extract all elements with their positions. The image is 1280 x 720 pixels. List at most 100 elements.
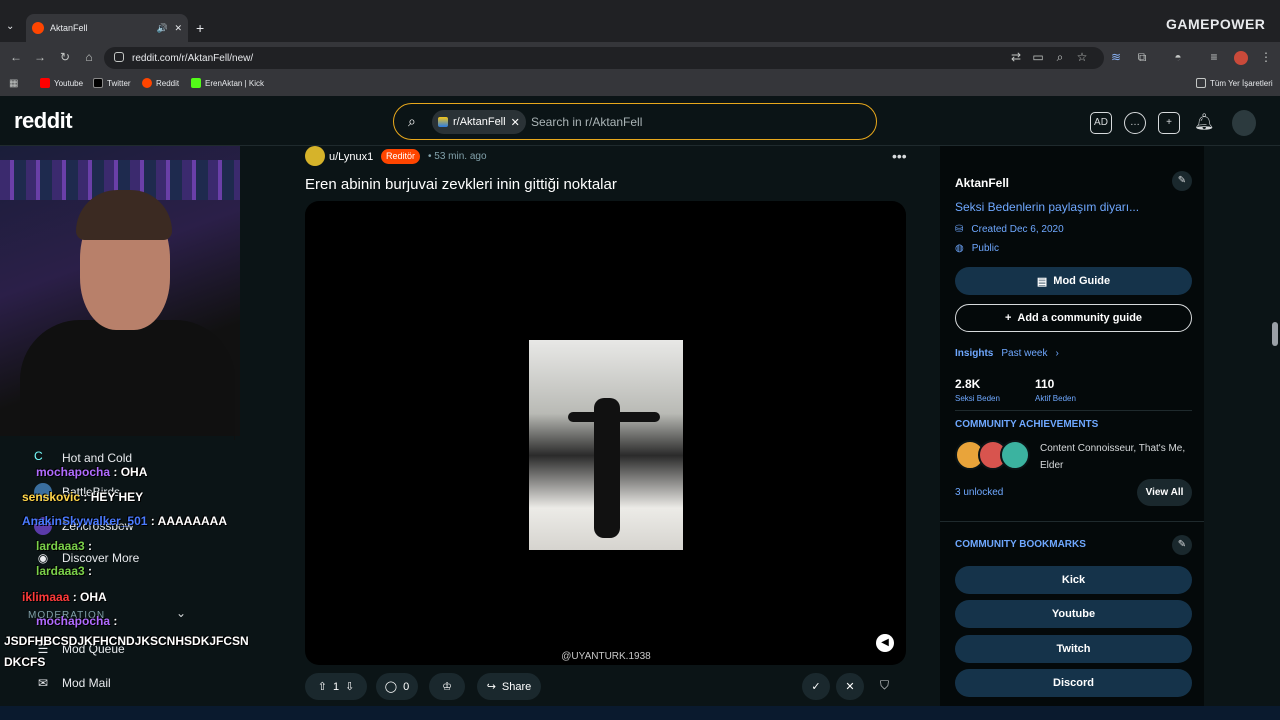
share-button[interactable]: ↪ Share (477, 673, 541, 700)
bookmark-twitch-button[interactable]: Twitch (955, 635, 1192, 663)
search-input[interactable]: Search in r/AktanFell (531, 115, 642, 129)
remove-button[interactable]: ✕ (836, 673, 864, 700)
forward-icon[interactable]: → (32, 50, 48, 64)
url-text: reddit.com/r/AktanFell/new/ (132, 52, 254, 64)
moderation-collapse-chevron-icon[interactable]: ⌄ (176, 606, 186, 620)
extension-wave-icon[interactable]: ≋ (1108, 50, 1124, 64)
edit-bookmarks-icon[interactable]: ✎ (1172, 535, 1192, 555)
bookmark-reddit[interactable]: Reddit (142, 78, 179, 88)
notifications-icon[interactable]: 🔔︎ (1194, 112, 1214, 132)
edit-community-icon[interactable]: ✎ (1172, 171, 1192, 191)
mod-mail-icon: ✉ (37, 676, 49, 690)
sidebar-item-mod-mail[interactable]: ✉ Mod Mail (34, 676, 111, 690)
tab-close-icon[interactable]: ✕ (174, 23, 182, 34)
globe-icon: ◍ (955, 243, 964, 254)
all-bookmarks[interactable]: Tüm Yer İşaretleri (1196, 78, 1273, 88)
tab-title: AktanFell (50, 23, 88, 33)
profile-avatar[interactable] (1234, 51, 1248, 65)
achievement-badge-icon (1000, 440, 1030, 470)
post-overflow-menu-icon[interactable]: ••• (892, 148, 907, 164)
post-title[interactable]: Eren abinin burjuvai zevkleri inin gitti… (305, 176, 617, 193)
chat-message: lardaaa3 : (36, 539, 93, 553)
add-community-guide-button[interactable]: + Add a community guide (955, 304, 1192, 332)
chrome-menu-icon[interactable]: ⋮ (1258, 50, 1274, 64)
upvote-icon[interactable]: ⇧ (318, 680, 327, 693)
view-all-button[interactable]: View All (1137, 479, 1192, 506)
chat-icon[interactable]: … (1124, 112, 1146, 134)
chat-message: lardaaa3 : (36, 564, 93, 578)
video-watermark: @UYANTURK.1938 (561, 651, 651, 662)
bottom-strip (0, 706, 1280, 720)
browser-tab[interactable]: AktanFell 🔊 ✕ (26, 14, 188, 42)
vote-count: 1 (332, 680, 340, 693)
stat-members-label: Seksi Beden (955, 394, 1000, 403)
post-author[interactable]: u/Lynux1 (329, 151, 373, 163)
award-button[interactable]: ♔ (429, 673, 465, 700)
speaker-icon[interactable]: 🔊 (157, 23, 168, 34)
community-created: ⛁ Created Dec 6, 2020 (955, 224, 1064, 235)
approve-button[interactable]: ✓ (802, 673, 830, 700)
chip-remove-icon[interactable]: ✕ (511, 116, 520, 129)
stat-active-value: 110 (1035, 377, 1055, 391)
home-icon[interactable]: ⌂ (81, 50, 97, 64)
bookmark-twitter[interactable]: Twitter (93, 78, 131, 88)
bookmark-kick-button[interactable]: Kick (955, 566, 1192, 594)
back-icon[interactable]: ← (8, 50, 24, 64)
new-tab-icon[interactable]: + (196, 20, 204, 36)
kick-icon (191, 78, 201, 88)
author-flair-badge: Reditör (381, 149, 421, 164)
downvote-icon[interactable]: ⇩ (345, 680, 354, 693)
divider (955, 410, 1192, 411)
create-post-icon[interactable]: + (1158, 112, 1180, 134)
site-info-icon[interactable] (114, 52, 124, 62)
folder-icon (1196, 78, 1206, 88)
search-community-chip[interactable]: r/AktanFell ✕ (432, 110, 526, 134)
chevron-right-icon: › (1055, 348, 1059, 359)
mod-shield-icon[interactable]: ⛉ (880, 678, 889, 693)
user-avatar[interactable] (1232, 110, 1256, 136)
community-description: Seksi Bedenlerin paylaşım diyarı... (955, 200, 1140, 214)
sidebar-item-discover-more[interactable]: ◉ Discover More (34, 551, 140, 565)
zoom-icon[interactable]: ⌕ (1052, 50, 1068, 65)
divider (940, 521, 1204, 522)
community-icon (438, 117, 448, 127)
incognito-icon[interactable]: ◓ (1170, 50, 1186, 64)
chat-message: senskovic : HEY HEY (22, 490, 144, 504)
scrollbar-thumb[interactable] (1272, 322, 1278, 346)
reddit-icon (142, 78, 152, 88)
chat-message: iklimaaa : OHA (22, 590, 107, 604)
insights-row[interactable]: Insights Past week › (955, 348, 1059, 359)
translate-icon[interactable]: ⇄ (1008, 50, 1024, 64)
discover-icon: ◉ (37, 551, 49, 565)
chat-message: DKCFS (4, 655, 46, 669)
page-scrollbar[interactable] (1270, 146, 1280, 706)
install-icon[interactable]: ▭ (1030, 50, 1046, 64)
post-author-avatar[interactable] (305, 146, 325, 166)
youtube-icon (40, 78, 50, 88)
video-dancer (594, 398, 620, 538)
gamepower-overlay-logo: GAMEPOWER (1166, 16, 1266, 32)
reading-list-icon[interactable]: ≡ (1206, 50, 1222, 64)
reddit-logo[interactable]: reddit (14, 108, 73, 134)
reddit-favicon-icon (32, 22, 44, 34)
bookmark-youtube[interactable]: Youtube (40, 78, 83, 88)
bookmark-discord-button[interactable]: Discord (955, 669, 1192, 697)
plus-icon: + (1004, 312, 1012, 324)
comments-button[interactable]: ◯ 0 (376, 673, 418, 700)
address-bar[interactable]: reddit.com/r/AktanFell/new/ (104, 47, 1104, 69)
comment-icon: ◯ (384, 681, 398, 693)
stat-active-label: Aktif Beden (1035, 394, 1076, 403)
ads-icon[interactable]: AD (1090, 112, 1112, 134)
mod-guide-button[interactable]: ▤ Mod Guide (955, 267, 1192, 295)
achievements-list: Content Connoisseur, That's Me, Elder (1040, 443, 1186, 471)
reload-icon[interactable]: ↻ (57, 50, 73, 64)
bookmark-kick[interactable]: ErenAktan | Kick (191, 78, 264, 88)
apps-grid-icon[interactable]: ▦ (9, 78, 18, 89)
search-icon: ⌕ (408, 113, 416, 129)
share-icon: ↪ (486, 681, 496, 693)
extensions-icon[interactable]: ⧉ (1134, 50, 1150, 65)
bookmark-youtube-button[interactable]: Youtube (955, 600, 1192, 628)
tab-list-chevron-icon[interactable]: ⌄ (6, 21, 14, 32)
mute-toggle-icon[interactable]: ◀ (876, 634, 894, 652)
bookmark-star-icon[interactable]: ☆ (1074, 50, 1090, 64)
